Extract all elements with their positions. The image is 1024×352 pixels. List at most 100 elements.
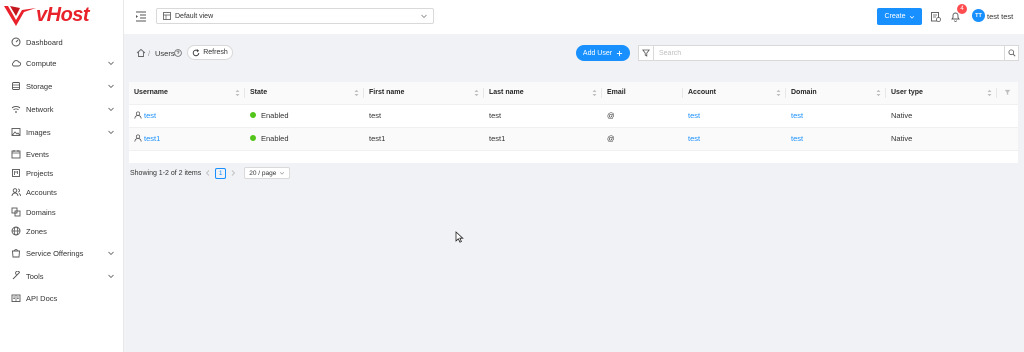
- column-header-account[interactable]: Account: [683, 82, 786, 105]
- home-icon[interactable]: [136, 48, 146, 58]
- read-icon: [11, 294, 21, 302]
- account-link[interactable]: test: [688, 111, 700, 120]
- sidebar-item-zones[interactable]: Zones: [0, 222, 124, 240]
- sort-icon: [474, 89, 479, 97]
- sidebar-item-tools[interactable]: Tools: [0, 267, 124, 285]
- sidebar-item-projects[interactable]: Projects: [0, 164, 124, 182]
- sidebar-item-domains[interactable]: Domains: [0, 203, 124, 221]
- page-number-button[interactable]: 1: [215, 167, 227, 179]
- view-select[interactable]: Default view: [156, 8, 434, 24]
- sidebar-item-label: Network: [26, 104, 54, 114]
- domain-link[interactable]: test: [791, 134, 803, 143]
- sidebar-item-images[interactable]: Images: [0, 123, 124, 141]
- sort-icon: [776, 89, 781, 97]
- cloud-icon: [12, 60, 21, 67]
- wifi-icon: [11, 106, 21, 113]
- column-header-label: Last name: [489, 89, 524, 97]
- cell-domain[interactable]: test: [786, 127, 886, 151]
- refresh-button[interactable]: Refresh: [187, 45, 233, 60]
- sidebar-item-dashboard[interactable]: Dashboard: [0, 33, 124, 51]
- sidebar-item-label: Events: [26, 149, 49, 159]
- column-header-first-name[interactable]: First name: [364, 82, 484, 105]
- filter-button[interactable]: [638, 45, 653, 61]
- layout-icon: [163, 12, 171, 20]
- logo-text: vHost: [36, 4, 90, 26]
- pagination: Showing 1-2 of 2 items 1 20 / page: [130, 167, 291, 179]
- sidebar-item-label: Tools: [26, 271, 44, 281]
- filter-icon: [642, 49, 650, 57]
- sidebar-item-api-docs[interactable]: API Docs: [0, 289, 124, 307]
- username-link[interactable]: test1: [144, 134, 160, 143]
- cell-state: Enabled: [245, 127, 364, 151]
- status-text: Enabled: [261, 134, 289, 143]
- account-link[interactable]: test: [688, 134, 700, 143]
- clipboard-icon[interactable]: [930, 11, 941, 22]
- table-row: test Enabled test test @ test test Nativ…: [129, 104, 1018, 128]
- chevron-right-icon[interactable]: [229, 169, 237, 177]
- dashboard-icon: [11, 37, 21, 47]
- chevron-down-icon: [108, 84, 114, 89]
- cell-user-type: Native: [886, 127, 997, 151]
- sidebar: vHost Dashboard Compute Storage Network …: [0, 0, 124, 352]
- user-name[interactable]: test test: [987, 12, 1013, 21]
- notification-badge: 4: [957, 4, 967, 14]
- chevron-down-icon: [909, 15, 914, 19]
- chevron-down-icon: [421, 14, 427, 19]
- sidebar-item-label: Zones: [26, 226, 47, 236]
- cell-username[interactable]: test: [129, 104, 245, 128]
- page-size-select[interactable]: 20 / page: [244, 167, 291, 179]
- cell-email: @: [602, 104, 683, 128]
- sidebar-item-storage[interactable]: Storage: [0, 77, 124, 95]
- sort-icon: [592, 89, 597, 97]
- search-input[interactable]: [653, 45, 1005, 61]
- sort-icon: [235, 89, 240, 97]
- cell-account[interactable]: test: [683, 127, 786, 151]
- sidebar-item-label: Storage: [26, 81, 53, 91]
- table-header-row: Username State First name Last name Emai…: [129, 82, 1018, 105]
- cell-first-name: test: [364, 104, 484, 128]
- column-header-domain[interactable]: Domain: [786, 82, 886, 105]
- sidebar-item-compute[interactable]: Compute: [0, 54, 124, 72]
- sidebar-item-network[interactable]: Network: [0, 100, 124, 118]
- project-icon: [12, 169, 20, 177]
- cell-user-type: Native: [886, 104, 997, 128]
- sort-icon: [987, 89, 992, 97]
- username-link[interactable]: test: [144, 111, 156, 120]
- add-user-button[interactable]: Add User: [576, 45, 630, 61]
- chevron-down-icon: [280, 172, 285, 175]
- column-header-last-name[interactable]: Last name: [484, 82, 602, 105]
- domain-link[interactable]: test: [791, 111, 803, 120]
- database-icon: [12, 82, 20, 90]
- sidebar-item-service-offerings[interactable]: Service Offerings: [0, 244, 124, 262]
- chevron-down-icon: [108, 251, 114, 256]
- cell-username[interactable]: test1: [129, 127, 245, 151]
- create-button[interactable]: Create: [877, 8, 922, 25]
- avatar[interactable]: TT: [972, 9, 985, 22]
- breadcrumb-bar: / Users Refresh Add User: [124, 34, 1024, 74]
- status-dot-icon: [250, 112, 256, 118]
- column-header-state[interactable]: State: [245, 82, 364, 105]
- menu-fold-icon[interactable]: [135, 10, 147, 22]
- sidebar-item-label: Dashboard: [26, 37, 63, 47]
- schedule-icon: [11, 150, 21, 159]
- table-row: test1 Enabled test1 test1 @ test test Na…: [129, 127, 1018, 151]
- column-filter-header[interactable]: [997, 82, 1018, 105]
- column-header-user-type[interactable]: User type: [886, 82, 997, 105]
- picture-icon: [11, 128, 21, 136]
- column-header-label: Account: [688, 89, 716, 97]
- cell-account[interactable]: test: [683, 104, 786, 128]
- search-button[interactable]: [1004, 45, 1019, 61]
- sidebar-item-label: Images: [26, 127, 51, 137]
- refresh-button-label: Refresh: [203, 49, 228, 56]
- logo[interactable]: vHost: [0, 2, 124, 30]
- sidebar-item-accounts[interactable]: Accounts: [0, 183, 124, 201]
- column-header-label: User type: [891, 89, 923, 97]
- chevron-left-icon[interactable]: [204, 169, 212, 177]
- column-header-username[interactable]: Username: [129, 82, 245, 105]
- chevron-down-icon: [108, 107, 114, 112]
- status-dot-icon: [250, 135, 256, 141]
- sidebar-item-events[interactable]: Events: [0, 145, 124, 163]
- cell-domain[interactable]: test: [786, 104, 886, 128]
- status-text: Enabled: [261, 111, 289, 120]
- question-circle-icon[interactable]: [174, 49, 182, 57]
